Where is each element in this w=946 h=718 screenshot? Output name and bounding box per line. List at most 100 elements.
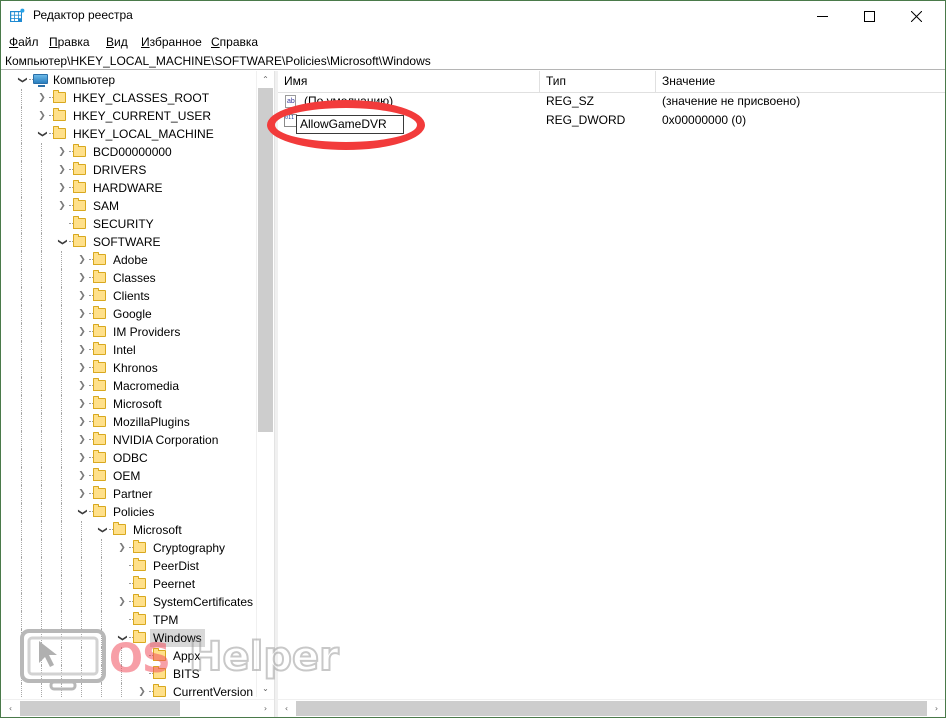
tree-item-odbc[interactable]: ❯ ODBC [2,449,254,467]
tree-scroll-up-button[interactable]: ⌃ [257,71,274,88]
tree-item-sam[interactable]: ❯ SAM [2,197,254,215]
tree-item-peernet[interactable]: Peernet [2,575,254,593]
folder-icon [72,143,88,161]
tree-horizontal-scrollbar[interactable]: ‹ › [2,699,274,717]
tree-item-systemcertificates[interactable]: ❯ SystemCertificates [2,593,254,611]
tree-item-classes[interactable]: ❯ Classes [2,269,254,287]
tree-item-hkey-current-user[interactable]: ❯ HKEY_CURRENT_USER [2,107,254,125]
tree-guide-line [61,611,63,629]
value-row[interactable]: (По умолчанию) REG_SZ (значение не присвое… [278,92,945,111]
tree-guide-line [21,215,23,233]
string-value-icon [284,94,299,109]
tree-item-mozillaplugins[interactable]: ❯ MozillaPlugins [2,413,254,431]
list-horizontal-scrollbar[interactable]: ‹ › [278,699,945,717]
rename-value-input[interactable]: AllowGameDVR [296,115,404,134]
menu-help[interactable]: Справка [209,35,260,49]
column-header-value[interactable]: Значение [656,71,945,92]
tree-item-hkey-classes-root[interactable]: ❯ HKEY_CLASSES_ROOT [2,89,254,107]
tree-item-software[interactable]: ❯ SOFTWARE [2,233,254,251]
tree-item-intel[interactable]: ❯ Intel [2,341,254,359]
tree-item-im-providers[interactable]: ❯ IM Providers [2,323,254,341]
tree-item-hardware[interactable]: ❯ HARDWARE [2,179,254,197]
tree-item-khronos[interactable]: ❯ Khronos [2,359,254,377]
tree-guide-line [81,593,83,611]
tree-item-bits[interactable]: BITS [2,665,254,683]
tree-guide-line [41,521,43,539]
close-icon [910,10,922,22]
menu-favorites-accel: И [141,35,150,49]
tree-item-microsoft[interactable]: ❯ Microsoft [2,521,254,539]
tree-guide-line [41,647,43,665]
folder-icon [132,611,148,629]
registry-tree[interactable]: ❯ Компьютер ❯ HKEY_CLASSES_ROOT ❯ HKEY_CURREN… [2,71,254,697]
tree-guide-line [21,395,23,413]
tree-item-appx[interactable]: Appx [2,647,254,665]
tree-item-peerdist[interactable]: PeerDist [2,557,254,575]
tree-item-label: Windows [150,629,205,647]
tree-vscroll-track[interactable] [257,88,274,680]
tree-item-currentversion[interactable]: ❯ CurrentVersion [2,683,254,697]
tree-item-label: HKEY_CLASSES_ROOT [73,91,210,105]
tree-guide-line [101,593,103,611]
tree-item-windows[interactable]: ❯ Windows [2,629,254,647]
tree-item-drivers[interactable]: ❯ DRIVERS [2,161,254,179]
tree-item-label: Appx [173,649,201,663]
folder-icon [92,449,108,467]
tree-scroll-right-button[interactable]: › [257,700,274,717]
tree-item-microsoft[interactable]: ❯ Microsoft [2,395,254,413]
tree-item-cryptography[interactable]: ❯ Cryptography [2,539,254,557]
tree-guide-line [61,557,63,575]
tree-item-label: Partner [113,487,153,501]
tree-item-oem[interactable]: ❯ OEM [2,467,254,485]
minimize-button[interactable] [799,1,845,31]
menu-bar: Файл Правка Вид Избранное Справка [1,32,945,52]
tree-guide-line [41,665,43,683]
tree-guide-line [41,377,43,395]
close-button[interactable] [893,1,939,31]
menu-favorites[interactable]: Избранное [139,35,204,49]
tree-item-tpm[interactable]: TPM [2,611,254,629]
tree-vscroll-thumb[interactable] [258,88,273,432]
tree-item-clients[interactable]: ❯ Clients [2,287,254,305]
list-scroll-right-button[interactable]: › [928,700,945,717]
list-header: Имя Тип Значение [278,71,945,93]
tree-item-nvidia-corporation[interactable]: ❯ NVIDIA Corporation [2,431,254,449]
menu-view-rest: ид [114,35,128,49]
maximize-button[interactable] [846,1,892,31]
column-header-name[interactable]: Имя [278,71,540,92]
tree-guide-line [21,179,23,197]
folder-icon [152,647,168,665]
tree-scroll-down-button[interactable]: ⌄ [257,680,274,697]
tree-guide-line [41,629,43,647]
tree-guide-line [41,557,43,575]
tree-guide-line [21,323,23,341]
folder-icon [52,125,68,143]
tree-item--[interactable]: ❯ Компьютер [2,71,254,89]
address-bar[interactable]: Компьютер\HKEY_LOCAL_MACHINE\SOFTWARE\Po… [1,53,945,70]
menu-edit-accel: П [49,35,58,49]
column-header-type[interactable]: Тип [540,71,656,92]
menu-view[interactable]: Вид [104,35,130,49]
tree-item-label: BCD00000000 [93,145,172,159]
tree-item-adobe[interactable]: ❯ Adobe [2,251,254,269]
folder-icon [152,665,168,683]
tree-item-security[interactable]: SECURITY [2,215,254,233]
menu-edit[interactable]: Правка [47,35,92,49]
tree-item-policies[interactable]: ❯ Policies [2,503,254,521]
tree-vertical-scrollbar[interactable]: ⌃ ⌄ [256,71,274,697]
tree-item-partner[interactable]: ❯ Partner [2,485,254,503]
tree-item-google[interactable]: ❯ Google [2,305,254,323]
folder-icon [92,341,108,359]
tree-item-hkey-local-machine[interactable]: ❯ HKEY_LOCAL_MACHINE [2,125,254,143]
list-hscroll-thumb[interactable] [296,701,927,716]
tree-guide-line [121,665,123,683]
tree-item-bcd00000000[interactable]: ❯ BCD00000000 [2,143,254,161]
list-scroll-left-button[interactable]: ‹ [278,700,295,717]
tree-hscroll-thumb[interactable] [20,701,180,716]
tree-guide-line [41,179,43,197]
list-body[interactable]: (По умолчанию) REG_SZ (значение не присвое… [278,92,945,697]
menu-file[interactable]: Файл [7,35,41,49]
tree-guide-line [21,467,23,485]
tree-scroll-left-button[interactable]: ‹ [2,700,19,717]
tree-item-macromedia[interactable]: ❯ Macromedia [2,377,254,395]
